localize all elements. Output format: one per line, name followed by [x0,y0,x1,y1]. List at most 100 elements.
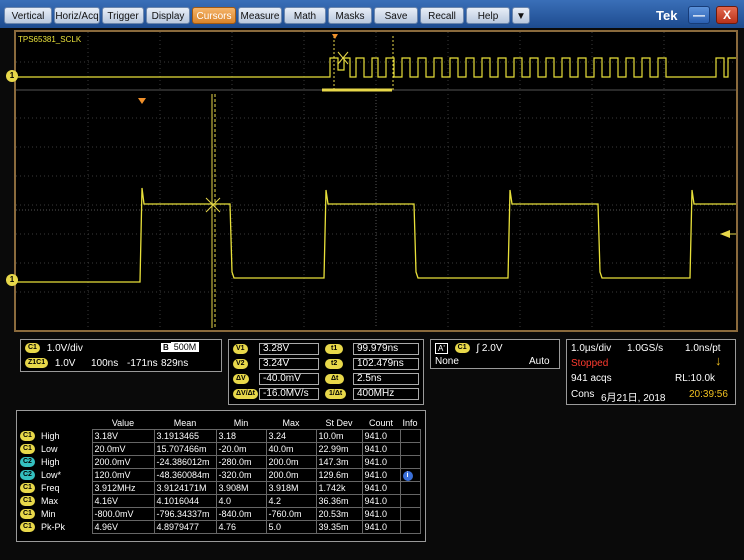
table-row[interactable]: C1 Low 20.0mV 15.707466m -20.0m 40.0m 22.99m 94… [20,442,421,456]
measurement-name: Max [40,495,58,506]
table-row[interactable]: C2 Low* 120.0mV -48.360084m -320.0m 200.0m 129… [20,468,421,482]
cell-max: 4.2 [265,494,317,508]
acquisition-mode: Cons [571,389,595,400]
cell-min: -320.0m [215,468,267,482]
table-row[interactable]: C1 Pk-Pk 4.96V 4.8979477 4.76 5.0 39.35m 941.0 [20,520,421,534]
acquisition-panel[interactable]: 1.0µs/div 1.0GS/s 1.0ns/pt Stopped ↓ 941… [566,339,736,405]
cell-count: 941.0 [361,468,401,482]
trigger-level: 2.0V [481,343,503,354]
header-count: Count [368,417,394,428]
cell-mean: 15.707466m [153,442,217,456]
cell-value: -800.0mV [91,507,155,521]
cell-min: 4.0 [215,494,267,508]
acquisition-state: Stopped [571,358,609,369]
trigger-coupling: None [435,356,459,367]
measurement-label: C1 Pk-Pk [20,521,92,534]
v2-value: 3.24V [259,358,319,370]
menu-masks[interactable]: Masks [328,7,372,24]
cell-mean: 3.1913465 [153,429,217,443]
menu-help[interactable]: Help [466,7,510,24]
menu-measure[interactable]: Measure [238,7,282,24]
cursor-readout-panel[interactable]: V1 3.28V V2 3.24V ΔV -40.0mV ΔV/Δt -16.0… [228,339,424,405]
measurement-label: C1 Freq [20,482,92,495]
table-row[interactable]: C2 High 200.0mV -24.386012m -280.0m 200.0m 147… [20,455,421,469]
cell-value: 3.912MHz [91,481,155,495]
channel-badge: C2 [20,470,35,481]
cell-count: 941.0 [361,429,401,443]
table-row[interactable]: C1 High 3.18V 3.1913465 3.18 3.24 10.0m 941.0 [20,429,421,443]
menu-trigger[interactable]: Trigger [102,7,144,24]
cell-std: 129.6m [315,468,363,482]
menu-save[interactable]: Save [374,7,418,24]
cell-info [399,481,421,495]
cell-min: 3.18 [215,429,267,443]
dvdt-value: -16.0MV/s [259,388,319,400]
cell-mean: 3.9124171M [153,481,217,495]
table-row[interactable]: C1 Max 4.16V 4.1016044 4.0 4.2 36.36m 941.0 [20,494,421,508]
zoom-label: TPS65381_SCLK [18,35,82,44]
record-arrow-icon: ↓ [715,353,722,368]
waveform-display[interactable]: TPS65381_SCLK 1 1 [6,30,738,332]
cell-count: 941.0 [361,481,401,495]
cell-value: 3.18V [91,429,155,443]
channel-badge: C1 [20,522,35,533]
cell-mean: -796.34337m [153,507,217,521]
info-icon[interactable]: i [402,471,413,481]
t1-value: 99.979ns [353,343,419,355]
header-value: Value [111,417,135,428]
menu-dropdown-button[interactable]: ▼ [512,7,530,24]
measurement-label: C2 High [20,456,92,469]
vertical-panel[interactable]: C1 1.0V/div B 500M Z1C1 1.0V 100ns -171ns… [20,339,222,372]
channel1-marker[interactable]: 1 [6,274,18,286]
channel-badge: C1 [20,431,35,442]
header-mean: Mean [173,417,197,428]
trigger-source-badge: C1 [454,343,470,354]
rising-edge-icon: ∫ [476,343,480,354]
t2-value: 102.479ns [353,358,419,370]
zoom-time: 100ns [91,358,119,369]
v1-value: 3.28V [259,343,319,355]
c1-badge: C1 [25,343,40,354]
channel-badge: C1 [20,496,35,507]
cell-std: 1.742k [315,481,363,495]
v1-badge: V1 [233,344,248,355]
cell-min: -20.0m [215,442,267,456]
trigger-panel[interactable]: A' C1 ∫ 2.0V None Auto [430,339,560,369]
menu-recall[interactable]: Recall [420,7,464,24]
cell-info [399,442,421,456]
channel-badge: C1 [20,444,35,455]
measurement-table: Value Mean Min Max St Dev Count Info C1 H… [20,416,421,534]
menu-vertical[interactable]: Vertical [4,7,52,24]
cell-min: -280.0m [215,455,267,469]
cell-max: -760.0m [265,507,317,521]
header-max: Max [282,417,300,428]
delta-t-value: 2.5ns [353,373,419,385]
table-row[interactable]: C1 Min -800.0mV -796.34337m -840.0m -760.0m 20… [20,507,421,521]
menu-math[interactable]: Math [284,7,326,24]
cell-mean: 4.8979477 [153,520,217,534]
acquisition-time: 20:39:56 [689,389,728,400]
channel1-overview-marker[interactable]: 1 [6,70,18,82]
cell-std: 22.99m [315,442,363,456]
cell-std: 10.0m [315,429,363,443]
z1c1-badge: Z1C1 [25,358,49,369]
cell-min: 4.76 [215,520,267,534]
cell-max: 40.0m [265,442,317,456]
cell-count: 941.0 [361,520,401,534]
sample-rate: 1.0GS/s [627,343,664,354]
menu-cursors[interactable]: Cursors [192,7,236,24]
menu-horiz-acq[interactable]: Horiz/Acq [54,7,100,24]
cell-mean: -24.386012m [153,455,217,469]
cell-info [399,520,421,534]
menu-display[interactable]: Display [146,7,190,24]
measurement-label: C1 Min [20,508,92,521]
cell-min: -840.0m [215,507,267,521]
close-button[interactable]: X [716,6,738,24]
minimize-button[interactable]: — [688,6,710,24]
measurement-name: High [40,430,60,441]
cell-value: 20.0mV [91,442,155,456]
measurement-name: High [40,456,60,467]
measurement-label: C2 Low* [20,469,92,482]
cell-value: 4.96V [91,520,155,534]
table-row[interactable]: C1 Freq 3.912MHz 3.9124171M 3.908M 3.918M 1.74… [20,481,421,495]
